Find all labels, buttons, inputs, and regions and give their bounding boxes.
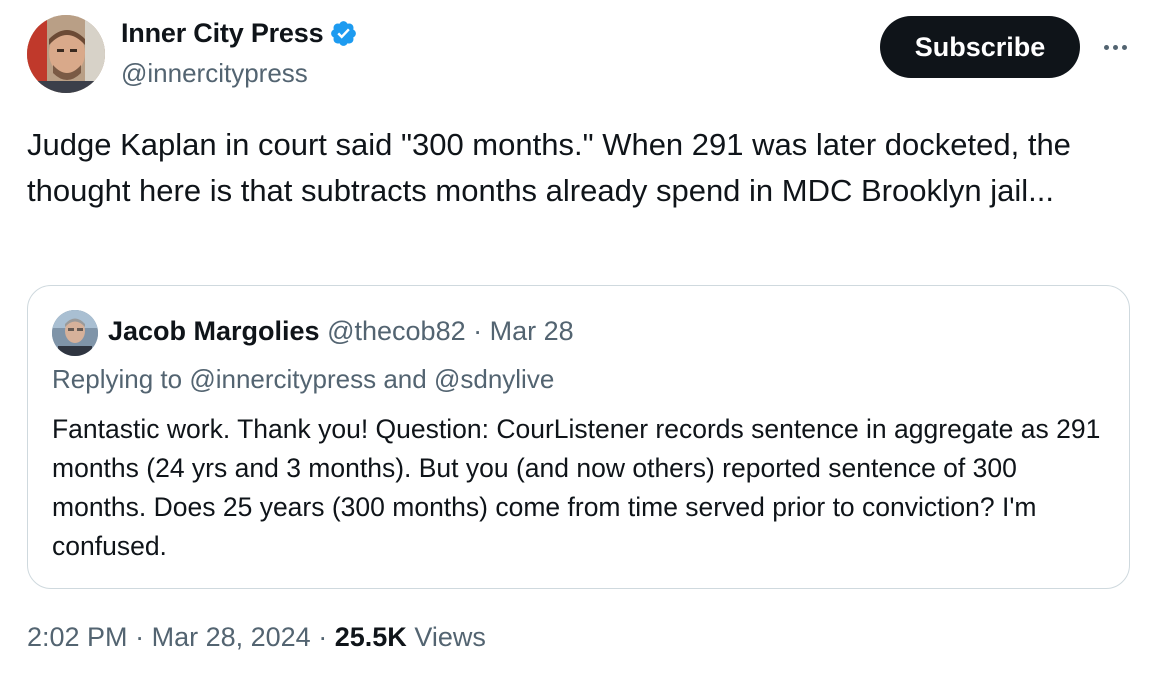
- author-name[interactable]: Inner City Press: [121, 18, 324, 49]
- more-dot: [1121, 44, 1127, 50]
- footer-separator: ·: [135, 622, 145, 652]
- footer-separator: ·: [318, 622, 328, 652]
- tweet-text: Judge Kaplan in court said "300 months."…: [27, 127, 1071, 208]
- tweet-date[interactable]: Mar 28, 2024: [152, 622, 311, 652]
- quoted-date[interactable]: Mar 28: [490, 316, 574, 346]
- more-horizontal-icon[interactable]: [1098, 32, 1132, 62]
- author-avatar-image: [27, 15, 105, 93]
- views-count[interactable]: 25.5K: [335, 622, 407, 652]
- replying-prefix: Replying to: [52, 364, 183, 394]
- replying-joiner: and: [383, 364, 427, 394]
- author-handle[interactable]: @innercitypress: [121, 58, 308, 89]
- quoted-author-avatar-image: [52, 310, 98, 356]
- views-label: Views: [414, 622, 486, 652]
- replying-handle-2[interactable]: @sdnylive: [434, 364, 554, 394]
- tweet-time[interactable]: 2:02 PM: [27, 622, 128, 652]
- quoted-separator: ·: [473, 316, 483, 346]
- quoted-replying-to: Replying to @innercitypress and @sdnyliv…: [52, 364, 554, 395]
- author-avatar[interactable]: [27, 15, 105, 93]
- author-name-row: Inner City Press: [121, 18, 358, 49]
- replying-handle-1[interactable]: @innercitypress: [189, 364, 376, 394]
- quoted-author-handle[interactable]: @thecob82: [327, 316, 466, 346]
- quoted-tweet-text: Fantastic work. Thank you! Question: Cou…: [52, 414, 1101, 561]
- verified-badge-icon: [329, 19, 358, 48]
- quoted-author-name[interactable]: Jacob Margolies: [108, 316, 320, 346]
- more-dot: [1103, 44, 1109, 50]
- tweet-footer: 2:02 PM · Mar 28, 2024 · 25.5K Views: [27, 622, 486, 653]
- more-dot: [1112, 44, 1118, 50]
- tweet-card: Inner City Press @innercitypress Subscri…: [0, 0, 1166, 686]
- quoted-header: Jacob Margolies @thecob82 · Mar 28: [108, 316, 574, 347]
- subscribe-button[interactable]: Subscribe: [880, 16, 1080, 78]
- quoted-tweet[interactable]: Jacob Margolies @thecob82 · Mar 28 Reply…: [27, 285, 1130, 589]
- quoted-author-avatar[interactable]: [52, 310, 98, 356]
